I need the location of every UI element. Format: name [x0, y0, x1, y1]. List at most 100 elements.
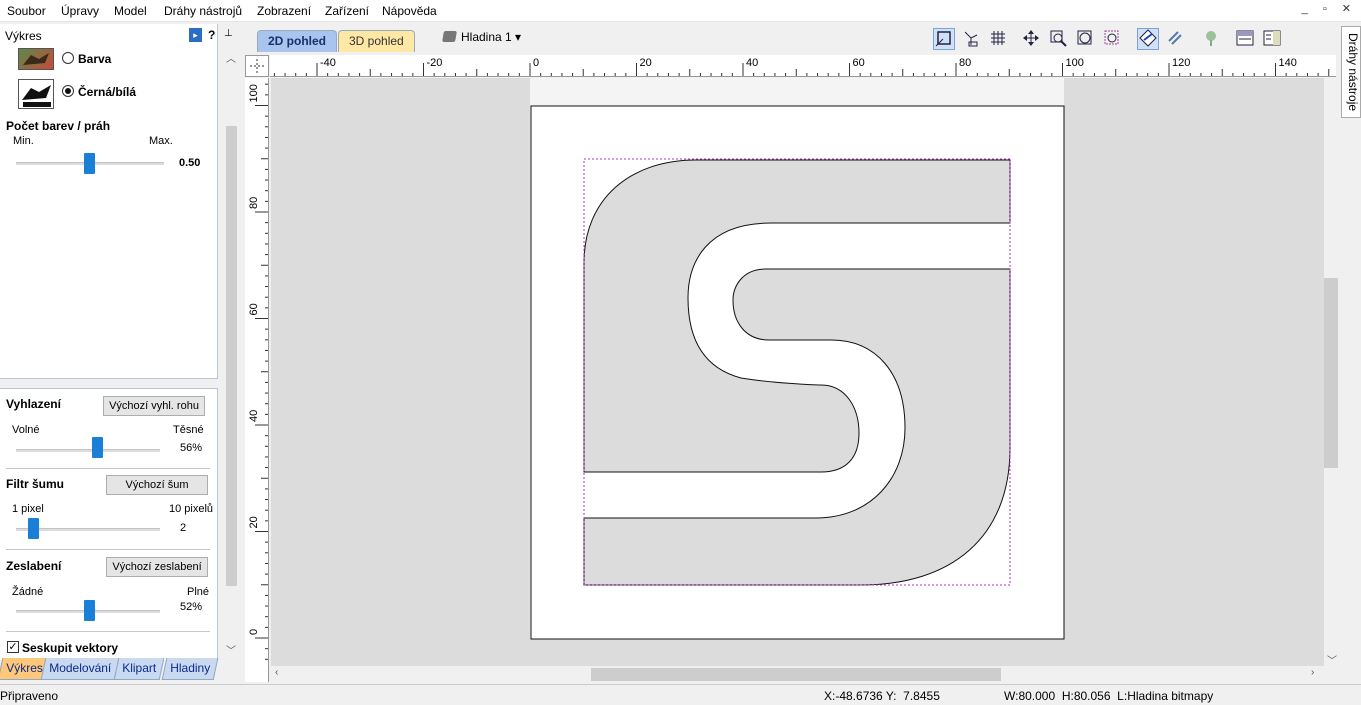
- toolpaths-dock-tab[interactable]: Dráhy nástroje: [1341, 26, 1361, 118]
- fit-icon[interactable]: [933, 28, 955, 50]
- menu-napoveda[interactable]: Nápověda: [382, 4, 437, 18]
- scroll-left-icon[interactable]: ‹: [275, 667, 278, 678]
- menu-zarizeni[interactable]: Zařízení: [325, 4, 369, 18]
- ruler-label: 140: [1279, 57, 1297, 69]
- attenuation-right-label: Plné: [187, 586, 210, 598]
- vertical-scroll-thumb[interactable]: [1324, 278, 1338, 468]
- menu-drahy-nastroju[interactable]: Dráhy nástrojů: [164, 4, 242, 18]
- ruler-label: 120: [1172, 57, 1190, 69]
- ruler-label: 100: [1066, 57, 1084, 69]
- smoothing-value: 56%: [180, 442, 203, 454]
- ruler-label: 80: [248, 197, 260, 209]
- attenuation-left-label: Žádné: [12, 586, 44, 598]
- dock-arrow-icon[interactable]: ▸: [189, 28, 202, 42]
- tree-icon[interactable]: [1200, 28, 1222, 50]
- pin-icon[interactable]: ⊥: [224, 28, 233, 39]
- smoothing-slider[interactable]: [92, 437, 103, 458]
- window-controls[interactable]: _ ▫ ✕: [1302, 2, 1357, 15]
- divider: [6, 468, 210, 469]
- cursor-coordinates: X:-48.6736 Y: 7.8455: [824, 689, 940, 703]
- menu-soubor[interactable]: Soubor: [7, 4, 46, 18]
- group-vectors-label: Seskupit vektory: [22, 641, 119, 655]
- split-right-icon[interactable]: [1261, 28, 1283, 50]
- group-vectors-checkbox[interactable]: ✓: [7, 641, 19, 653]
- menu-zobrazeni[interactable]: Zobrazení: [257, 4, 311, 18]
- right-dock: Dráhy nástroje: [1339, 22, 1361, 684]
- smoothing-left-label: Volné: [12, 424, 40, 436]
- noise-left-label: 1 pixel: [12, 503, 44, 515]
- ruler-label: 60: [248, 303, 260, 315]
- status-text: Připraveno: [0, 689, 59, 703]
- ruler-label: 40: [746, 57, 758, 69]
- ruler-label: 80: [959, 57, 971, 69]
- drawing-panel: Výkres ▸ ? ⊥ Barva Černá/bílá Počet bare…: [0, 24, 243, 684]
- drawing-canvas[interactable]: [271, 78, 1324, 666]
- tab-2d-view[interactable]: 2D pohled: [257, 30, 338, 52]
- tab-klipart[interactable]: Klipart: [113, 658, 165, 680]
- threshold-slider[interactable]: [84, 153, 95, 174]
- horizontal-ruler: -40 -20 0 20 40 60 80 100 120 140: [270, 55, 1336, 77]
- scroll-down-icon[interactable]: ﹀: [226, 642, 236, 657]
- align-icon[interactable]: [1164, 28, 1186, 50]
- tab-hladiny[interactable]: Hladiny: [161, 658, 219, 680]
- ruler-label: 20: [640, 57, 652, 69]
- layer-icon: [442, 31, 457, 42]
- colors-threshold-title: Počet barev / práh: [6, 119, 111, 133]
- attenuation-slider[interactable]: [84, 600, 95, 621]
- ruler-label: 100: [248, 84, 260, 102]
- ruler-label: 0: [533, 57, 539, 69]
- pan-icon[interactable]: [1020, 28, 1042, 50]
- default-noise-button[interactable]: Výchozí šum: [106, 475, 208, 495]
- panel-scroll-thumb[interactable]: [226, 126, 237, 586]
- view-toolbar: 2D pohled 3D pohled Hladina 1 ▾: [243, 22, 1336, 52]
- color-label: Barva: [78, 52, 112, 66]
- grid-icon[interactable]: [987, 28, 1009, 50]
- status-bar: Připraveno X:-48.6736 Y: 7.8455 W:80.000…: [0, 684, 1361, 705]
- default-smoothing-button[interactable]: Výchozí vyhl. rohu: [103, 396, 205, 416]
- max-label: Max.: [149, 135, 173, 147]
- panel-top-section: Výkres ▸ ? ⊥ Barva Černá/bílá Počet bare…: [0, 24, 233, 379]
- help-icon[interactable]: ?: [208, 28, 215, 42]
- noise-right-label: 10 pixelů: [169, 503, 214, 515]
- scroll-right-icon[interactable]: ›: [1311, 667, 1314, 678]
- threshold-value: 0.50: [179, 157, 201, 169]
- attenuation-value: 52%: [180, 601, 203, 613]
- ruler-label: 60: [853, 57, 865, 69]
- scroll-down-icon[interactable]: ﹀: [1327, 652, 1337, 667]
- horizontal-scroll-thumb[interactable]: [591, 668, 1001, 681]
- zoom-extents-icon[interactable]: [1101, 28, 1123, 50]
- zoom-out-icon[interactable]: [1074, 28, 1096, 50]
- bw-radio[interactable]: [62, 85, 74, 97]
- canvas-horizontal-scrollbar[interactable]: ‹ ›: [271, 666, 1324, 682]
- attenuation-title: Zeslabení: [6, 559, 62, 573]
- ruler-label: -40: [320, 57, 336, 69]
- noise-value: 2: [180, 522, 187, 534]
- ruler-label: 40: [248, 410, 260, 422]
- color-logo-icon: [18, 48, 54, 70]
- smoothing-track: [16, 449, 160, 452]
- split-left-icon[interactable]: [1234, 28, 1256, 50]
- tab-3d-view[interactable]: 3D pohled: [338, 30, 415, 52]
- canvas-vertical-scrollbar[interactable]: ﹀: [1324, 78, 1338, 667]
- drawing-svg: [530, 78, 1065, 640]
- snap-icon[interactable]: [1137, 28, 1159, 50]
- divider: [6, 549, 210, 550]
- color-radio[interactable]: [62, 52, 74, 64]
- divider: [6, 631, 210, 632]
- ruler-corner[interactable]: [245, 55, 269, 77]
- zoom-in-icon[interactable]: [1047, 28, 1069, 50]
- default-attenuation-button[interactable]: Výchozí zeslabení: [106, 557, 208, 577]
- noise-slider[interactable]: [28, 518, 39, 539]
- bw-logo-icon: [18, 79, 54, 109]
- tab-modelovani[interactable]: Modelování: [40, 658, 120, 680]
- node-edit-icon[interactable]: [960, 28, 982, 50]
- menu-upravy[interactable]: Úpravy: [61, 4, 99, 18]
- menu-model[interactable]: Model: [114, 4, 147, 18]
- panel-scrollbar[interactable]: ︿ ﹀: [224, 46, 238, 657]
- ruler-label: 0: [248, 629, 260, 635]
- panel-title: Výkres: [5, 29, 42, 43]
- ruler-label: 20: [248, 516, 260, 528]
- layer-selector[interactable]: Hladina 1 ▾: [461, 30, 521, 44]
- bw-label: Černá/bílá: [78, 85, 137, 99]
- scroll-up-icon[interactable]: ︿: [226, 50, 236, 65]
